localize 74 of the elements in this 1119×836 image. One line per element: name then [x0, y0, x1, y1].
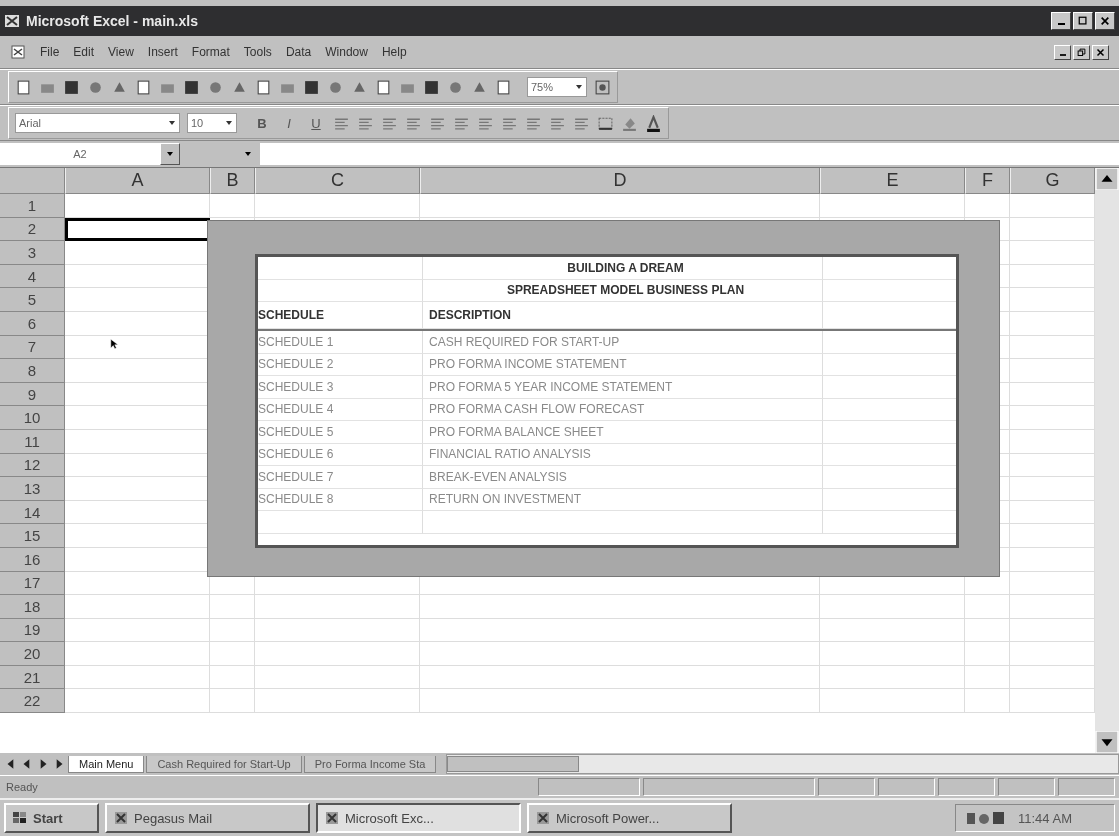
- column-header[interactable]: A: [65, 168, 210, 194]
- row-header[interactable]: 20: [0, 642, 65, 666]
- menu-item[interactable]: Edit: [73, 45, 95, 59]
- table-cell: CASH REQUIRED FOR START-UP: [429, 334, 620, 349]
- format-button[interactable]: U: [306, 112, 326, 134]
- format-button[interactable]: B: [252, 112, 272, 134]
- row-header[interactable]: 17: [0, 571, 65, 596]
- column-header[interactable]: D: [420, 168, 820, 194]
- taskbar-button[interactable]: Pegasus Mail: [105, 803, 310, 833]
- row-header[interactable]: 18: [0, 595, 65, 619]
- column-header[interactable]: B: [210, 168, 255, 194]
- menu-item[interactable]: View: [108, 45, 134, 59]
- table-cell: SCHEDULE 6: [258, 447, 334, 462]
- menu-item[interactable]: Window: [325, 45, 368, 59]
- table-cell: FINANCIAL RATIO ANALYSIS: [429, 447, 591, 462]
- column-header[interactable]: F: [965, 168, 1010, 194]
- row-header[interactable]: 15: [0, 524, 65, 548]
- row-header[interactable]: 11: [0, 429, 65, 454]
- start-button[interactable]: Start: [4, 803, 99, 833]
- row-header[interactable]: 21: [0, 665, 65, 690]
- zoom-field[interactable]: 75%: [527, 77, 587, 97]
- status-text: Ready: [6, 781, 39, 793]
- menu-item[interactable]: File: [40, 45, 60, 59]
- row-header[interactable]: 1: [0, 194, 65, 218]
- row-header[interactable]: 7: [0, 335, 65, 360]
- table-cell: SCHEDULE 3: [258, 379, 334, 394]
- row-header[interactable]: 8: [0, 359, 65, 383]
- table-title: BUILDING A DREAM: [567, 260, 684, 275]
- column-heading: DESCRIPTION: [429, 308, 511, 322]
- sheet-tab[interactable]: Main Menu: [68, 755, 145, 773]
- name-box[interactable]: A2: [0, 143, 160, 165]
- menu-item[interactable]: Data: [285, 45, 312, 59]
- clock: 11:44 AM: [1018, 810, 1072, 826]
- row-header[interactable]: 14: [0, 500, 65, 525]
- font-size-field[interactable]: 10: [187, 113, 237, 133]
- table-cell: SCHEDULE 5: [258, 424, 334, 439]
- menu-item[interactable]: Help: [381, 45, 407, 59]
- font-field[interactable]: Arial: [15, 113, 180, 133]
- row-header[interactable]: 22: [0, 689, 65, 714]
- window-title: Microsoft Excel - main.xls: [26, 13, 198, 29]
- row-header[interactable]: 6: [0, 311, 65, 336]
- row-header[interactable]: 12: [0, 453, 65, 478]
- table-cell: SCHEDULE 7: [258, 469, 334, 484]
- row-header[interactable]: 16: [0, 547, 65, 572]
- table-cell: PRO FORMA INCOME STATEMENT: [429, 357, 627, 372]
- table-cell: RETURN ON INVESTMENT: [429, 492, 581, 507]
- menu-item[interactable]: Format: [191, 45, 230, 59]
- column-heading: SCHEDULE: [258, 308, 324, 322]
- row-header[interactable]: 10: [0, 406, 65, 430]
- table-cell: PRO FORMA CASH FLOW FORECAST: [429, 402, 645, 417]
- column-header[interactable]: E: [820, 168, 965, 194]
- taskbar-button[interactable]: Microsoft Power...: [527, 803, 732, 833]
- table-cell: SCHEDULE 8: [258, 492, 334, 507]
- row-header[interactable]: 5: [0, 288, 65, 312]
- row-header[interactable]: 3: [0, 241, 65, 265]
- table-cell: SCHEDULE 4: [258, 402, 334, 417]
- taskbar-button[interactable]: Microsoft Exc...: [316, 803, 521, 833]
- row-header[interactable]: 19: [0, 618, 65, 643]
- sheet-tab[interactable]: Cash Required for Start-Up: [146, 755, 302, 773]
- table-cell: SCHEDULE 2: [258, 357, 334, 372]
- table-subtitle: SPREADSHEET MODEL BUSINESS PLAN: [506, 283, 745, 298]
- row-header[interactable]: 9: [0, 382, 65, 407]
- sheet-tab[interactable]: Pro Forma Income Sta: [303, 755, 437, 773]
- menu-item[interactable]: Insert: [147, 45, 178, 59]
- row-header[interactable]: 13: [0, 477, 65, 501]
- row-header[interactable]: 2: [0, 217, 65, 242]
- column-header[interactable]: C: [255, 168, 420, 194]
- table-cell: PRO FORMA 5 YEAR INCOME STATEMENT: [429, 379, 673, 394]
- table-cell: SCHEDULE 1: [258, 334, 334, 349]
- row-header[interactable]: 4: [0, 264, 65, 289]
- menu-item[interactable]: Tools: [243, 45, 272, 59]
- format-button[interactable]: I: [279, 112, 299, 134]
- table-cell: PRO FORMA BALANCE SHEET: [429, 424, 604, 439]
- table-cell: BREAK-EVEN ANALYSIS: [429, 469, 567, 484]
